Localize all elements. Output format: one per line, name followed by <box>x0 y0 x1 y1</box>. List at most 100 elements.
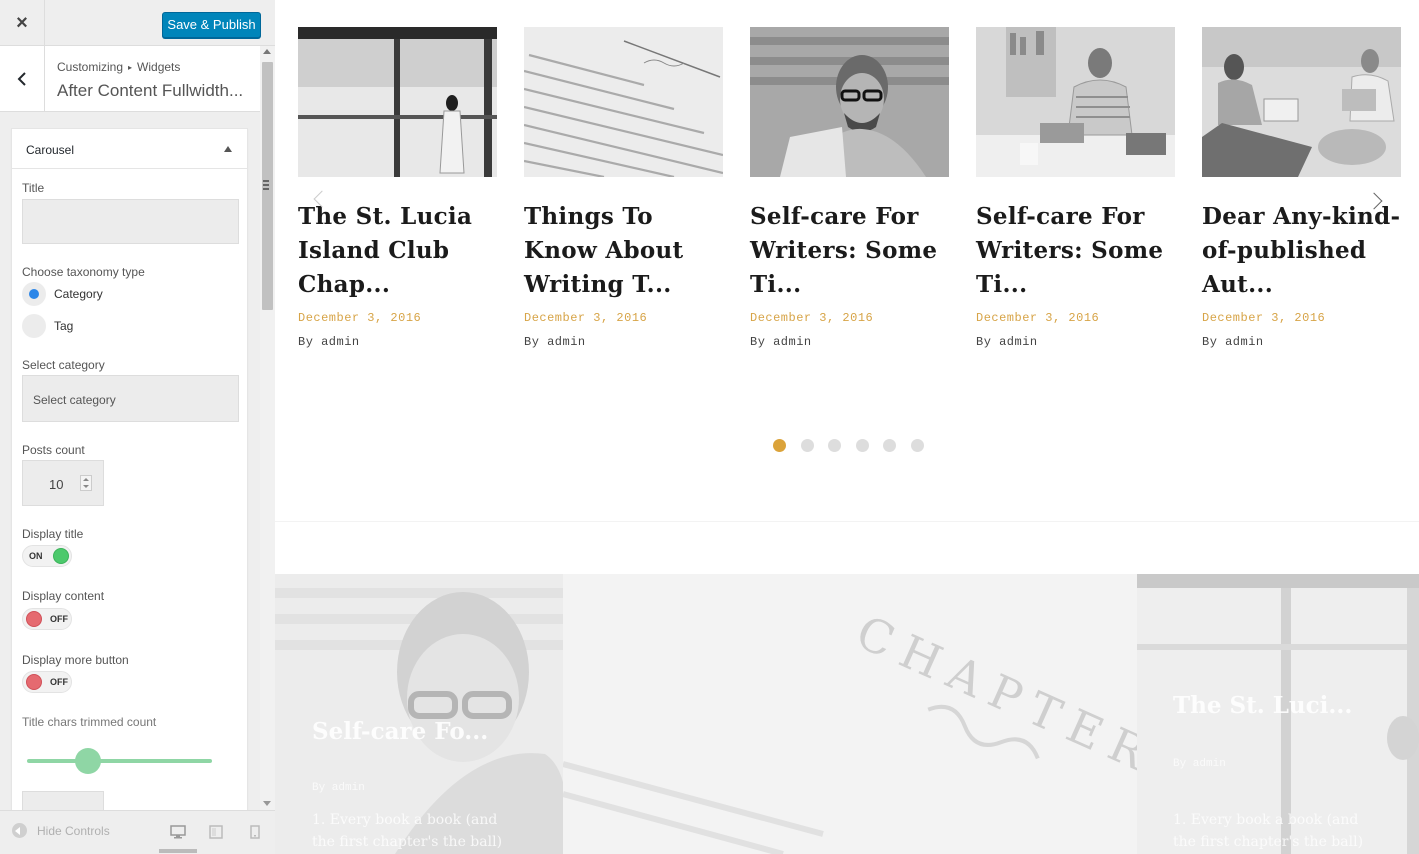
pagination-dot[interactable] <box>855 439 869 452</box>
select-category-dropdown[interactable]: Select category <box>22 375 239 422</box>
display-more-label: Display more button <box>22 653 129 667</box>
post-date: December 3, 2016 <box>976 311 1100 325</box>
post-thumbnail[interactable] <box>1202 27 1401 177</box>
customizer-controls: Customizing ▸ Widgets After Content Fullwi… <box>0 46 260 810</box>
carousel-post[interactable]: Self-care For Writers: Some Ti... Decemb… <box>750 27 949 349</box>
radio-category-label: Category <box>54 287 103 301</box>
tile-excerpt-line: the first chapter's the ball) <box>312 834 503 850</box>
tile-author: By admin <box>1173 758 1226 770</box>
widget-header[interactable]: Carousel <box>12 129 247 169</box>
post-author[interactable]: By admin <box>976 335 1175 349</box>
featured-post-tile[interactable]: CHAPTER <box>563 574 1137 854</box>
posts-count-label: Posts count <box>22 443 85 457</box>
title-chars-label: Title chars trimmed count <box>22 715 157 729</box>
section-title: After Content Fullwidth... <box>57 81 244 100</box>
title-chars-slider[interactable] <box>27 759 212 763</box>
chevron-left-icon <box>17 72 26 86</box>
breadcrumb-widgets: Widgets <box>137 60 181 74</box>
back-button[interactable] <box>0 46 45 112</box>
featured-post-tile[interactable]: The St. Luci... By admin 1. Every book a… <box>1137 574 1419 854</box>
hide-controls-button[interactable]: Hide Controls <box>12 823 110 838</box>
toggle-knob <box>26 674 42 690</box>
carousel-post[interactable]: Self-care For Writers: Some Ti... Decemb… <box>976 27 1175 349</box>
customizer-footer: Hide Controls <box>0 810 275 854</box>
title-chars-input[interactable] <box>22 791 104 810</box>
breadcrumb: Customizing ▸ Widgets <box>57 60 180 74</box>
close-icon: × <box>16 12 28 34</box>
post-title[interactable]: Self-care For Writers: Some Ti... <box>750 200 949 302</box>
desktop-icon[interactable] <box>170 825 186 839</box>
featured-post-tile[interactable]: Self-care Fo... By admin 1. Every book a… <box>275 574 563 854</box>
tile-excerpt-line: 1. Every book a book (and <box>312 812 498 828</box>
scroll-up-icon[interactable] <box>263 49 271 54</box>
post-title[interactable]: The St. Lucia Island Club Chap... <box>298 200 497 302</box>
radio-category[interactable] <box>22 282 46 306</box>
breadcrumb-separator-icon: ▸ <box>128 63 133 72</box>
section-header: Customizing ▸ Widgets After Content Fullwi… <box>0 46 260 112</box>
post-author[interactable]: By admin <box>750 335 949 349</box>
active-device-indicator <box>159 849 197 853</box>
carousel-post[interactable]: Things To Know About Writing T... Decemb… <box>524 27 723 349</box>
toggle-state: OFF <box>50 614 68 624</box>
pagination-dot[interactable] <box>773 439 786 452</box>
caret-up-icon[interactable] <box>224 146 232 152</box>
post-thumbnail[interactable] <box>524 27 723 177</box>
post-title[interactable]: Self-care For Writers: Some Ti... <box>976 200 1175 302</box>
post-date: December 3, 2016 <box>524 311 648 325</box>
tablet-icon[interactable] <box>209 825 223 839</box>
stepper-icon[interactable] <box>80 475 92 491</box>
title-input[interactable] <box>22 199 239 244</box>
posts-count-input[interactable]: 10 <box>22 460 104 506</box>
carousel-post[interactable]: The St. Lucia Island Club Chap... Decemb… <box>298 27 497 349</box>
tile-title[interactable]: Self-care Fo... <box>312 718 488 745</box>
breadcrumb-customizing: Customizing <box>57 60 124 74</box>
post-author[interactable]: By admin <box>1202 335 1401 349</box>
display-content-toggle[interactable]: OFF <box>22 608 72 630</box>
post-thumbnail[interactable] <box>976 27 1175 177</box>
pagination-dot[interactable] <box>828 439 841 452</box>
collapse-icon <box>12 823 27 838</box>
display-content-label: Display content <box>22 589 105 603</box>
slider-handle[interactable] <box>75 748 101 774</box>
pagination-dot[interactable] <box>883 439 896 452</box>
resize-grip-icon[interactable] <box>263 180 269 190</box>
post-title[interactable]: Dear Any-kind-of-published Aut... <box>1202 200 1401 302</box>
post-date: December 3, 2016 <box>1202 311 1326 325</box>
pagination-dot[interactable] <box>910 439 924 452</box>
tile-excerpt-line: the first chapter's the ball) <box>1173 834 1364 850</box>
title-label: Title <box>22 181 45 195</box>
sidebar-scrollbar[interactable] <box>260 46 275 810</box>
pagination-dot[interactable] <box>800 439 814 452</box>
toggle-knob <box>53 548 69 564</box>
post-title[interactable]: Things To Know About Writing T... <box>524 200 723 302</box>
widget-title: Carousel <box>26 143 75 157</box>
tile-title[interactable]: The St. Luci... <box>1173 692 1352 719</box>
tile-author: By admin <box>312 782 365 794</box>
close-customizer-button[interactable]: × <box>0 0 45 46</box>
site-preview: The St. Lucia Island Club Chap... Decemb… <box>275 0 1419 854</box>
mobile-icon[interactable] <box>250 825 260 839</box>
radio-tag[interactable] <box>22 314 46 338</box>
post-author[interactable]: By admin <box>298 335 497 349</box>
hide-controls-label: Hide Controls <box>37 823 110 838</box>
save-publish-button[interactable]: Save & Publish <box>162 12 261 38</box>
display-title-toggle[interactable]: ON <box>22 545 72 567</box>
post-author[interactable]: By admin <box>524 335 723 349</box>
tile-background: CHAPTER <box>563 574 1137 854</box>
customizer-header: × Save & Publish <box>0 0 275 46</box>
taxonomy-label: Choose taxonomy type <box>22 265 145 279</box>
toggle-knob <box>26 611 42 627</box>
radio-tag-label: Tag <box>54 319 74 333</box>
display-more-toggle[interactable]: OFF <box>22 671 72 693</box>
scroll-down-icon[interactable] <box>263 801 271 806</box>
section-divider <box>275 521 1419 522</box>
post-thumbnail[interactable] <box>298 27 497 177</box>
customizer-sidebar: × Save & Publish Customizing ▸ Widgets Aft… <box>0 0 275 854</box>
post-thumbnail[interactable] <box>750 27 949 177</box>
select-category-label: Select category <box>22 358 105 372</box>
posts-count-value: 10 <box>49 477 64 492</box>
carousel-widget: Carousel Title Choose taxonomy type Cate… <box>11 128 248 810</box>
post-date: December 3, 2016 <box>298 311 422 325</box>
display-title-label: Display title <box>22 527 84 541</box>
carousel-post[interactable]: Dear Any-kind-of-published Aut... Decemb… <box>1202 27 1401 349</box>
